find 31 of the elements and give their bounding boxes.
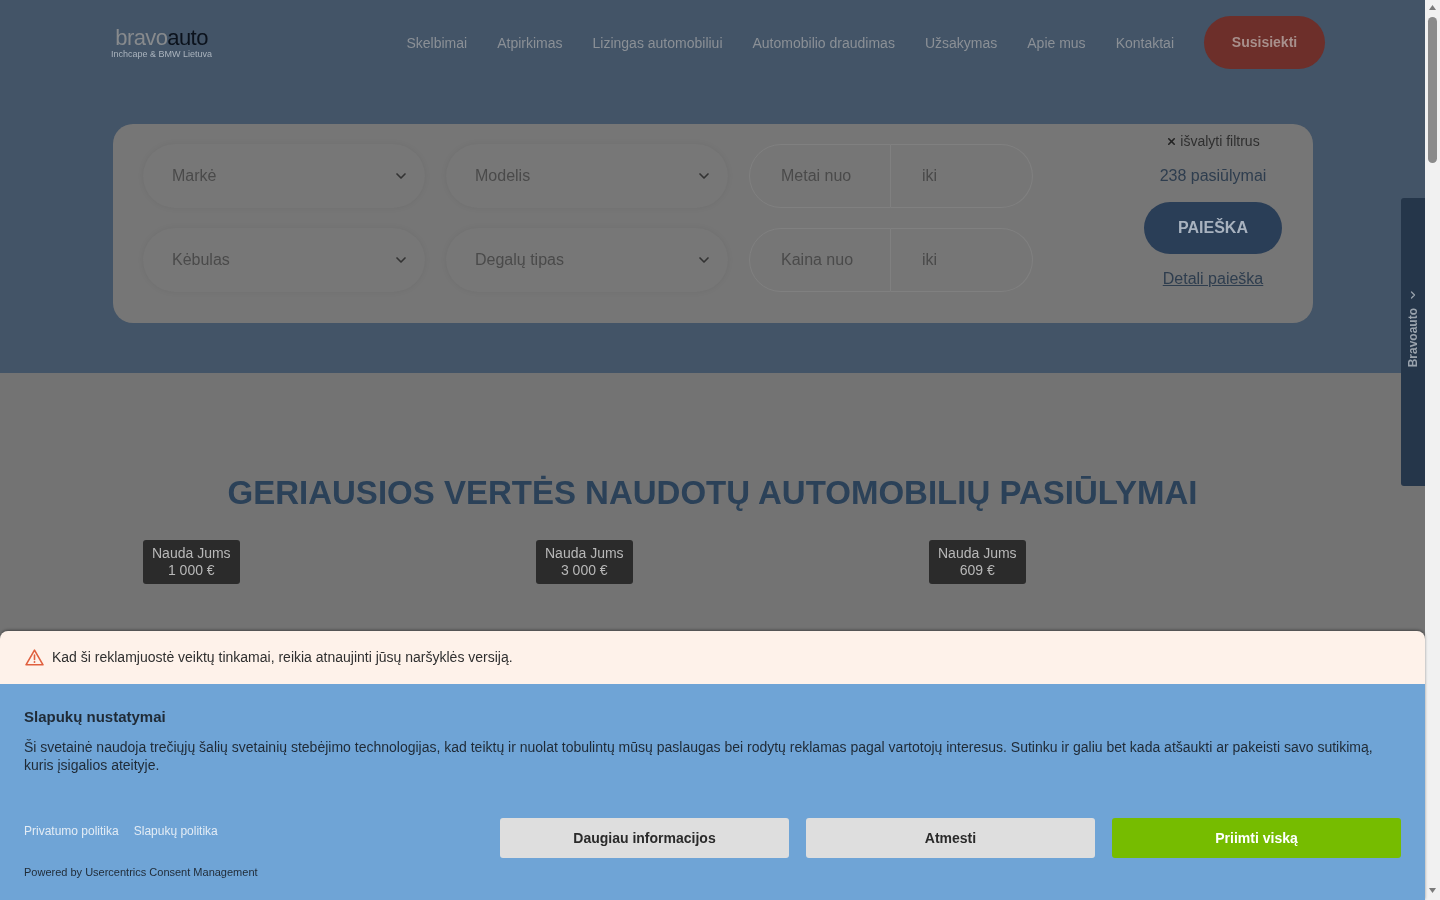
- consent-button[interactable]: Priimti viską: [1112, 818, 1401, 858]
- nav-link[interactable]: Užsakymas: [924, 33, 998, 52]
- cookie-title: Slapukų nustatymai: [24, 708, 167, 726]
- close-icon: [1166, 135, 1178, 147]
- scrollbar[interactable]: [1425, 0, 1440, 900]
- side-tab[interactable]: Bravoauto: [1401, 198, 1425, 486]
- consent-button[interactable]: Daugiau informacijos: [500, 818, 789, 858]
- savings-badge: Nauda Jums 3 000 €: [536, 540, 633, 584]
- cookie-text: Ši svetainė naudoja trečiųjų šalių svetainių stebėjimo technologijas, kad teiktų ir nuolat tobulintų mūsų paslaugas bei rodytų reklamas pagal vartotojų interesus. Sutinku ir galiu bet kada atšaukti ar pakeisti savo sutikimą, kuris įsigalios ateityje.: [24, 738, 1374, 774]
- search-button[interactable]: PAIEŠKA: [1144, 202, 1282, 254]
- warning-icon: [25, 649, 44, 666]
- contact-button[interactable]: Susisiekti: [1204, 16, 1325, 69]
- policy-link[interactable]: Slapukų politika: [133, 824, 218, 839]
- warning-text: Kad ši reklamjuostė veiktų tinkamai, reikia atnaujinti jūsų naršyklės versiją.: [52, 648, 513, 667]
- results-count: 238 pasiūlymai: [1159, 166, 1267, 186]
- nav-link[interactable]: Lizingas automobiliui: [592, 33, 723, 52]
- savings-badge: Nauda Jums 1 000 €: [143, 540, 240, 584]
- policy-link[interactable]: Privatumo politika: [24, 824, 119, 839]
- nav-link[interactable]: Apie mus: [1027, 33, 1086, 52]
- logo-wordmark[interactable]: bravoauto: [115, 26, 208, 49]
- nav-link[interactable]: Kontaktai: [1115, 33, 1174, 52]
- nav-link[interactable]: Atpirkimas: [497, 33, 563, 52]
- nav-link[interactable]: Skelbimai: [406, 33, 468, 52]
- consent-button[interactable]: Atmesti: [806, 818, 1095, 858]
- section-title: GERIAUSIOS VERTĖS NAUDOTŲ AUTOMOBILIŲ PASIŪLYMAI: [226, 473, 1199, 513]
- nav-link[interactable]: Automobilio draudimas: [752, 33, 895, 52]
- savings-badge: Nauda Jums 609 €: [929, 540, 1026, 584]
- detail-search-link[interactable]: Detali paieška: [1162, 269, 1264, 289]
- logo-tagline: Inchcape & BMW Lietuva: [111, 48, 213, 59]
- clear-filters-button[interactable]: išvalyti filtrus: [1166, 132, 1260, 150]
- powered-by-text: Powered by Usercentrics Consent Management: [24, 865, 258, 879]
